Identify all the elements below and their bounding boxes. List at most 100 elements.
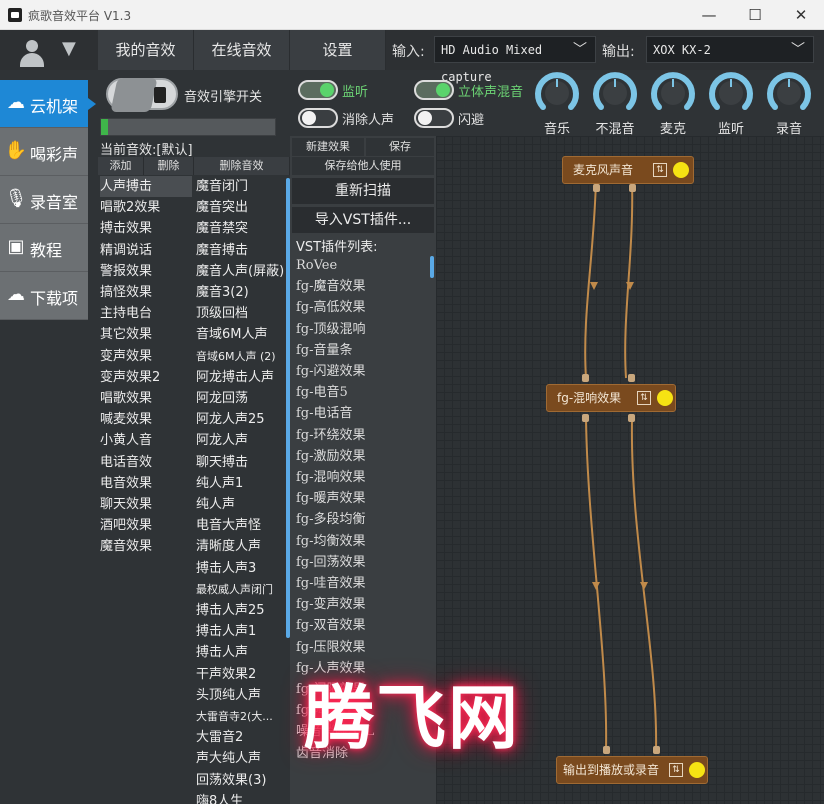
- list-item[interactable]: 魔音禁突: [196, 218, 248, 239]
- status-dot-icon[interactable]: [689, 762, 705, 778]
- list-item[interactable]: 魔音人声(屏蔽): [196, 261, 284, 282]
- list-item[interactable]: 电话音效: [100, 452, 152, 473]
- list-item[interactable]: 音域6M人声 (2): [196, 346, 276, 367]
- list-item[interactable]: 聊天搏击: [196, 452, 248, 473]
- volume-knob-1[interactable]: 不混音: [590, 70, 640, 137]
- list-item[interactable]: 电音效果: [100, 473, 152, 494]
- output-port-icon[interactable]: [628, 414, 635, 422]
- list-item[interactable]: 魔音突出: [196, 197, 248, 218]
- list-item[interactable]: 阿龙人声25: [196, 409, 265, 430]
- sidebar-item-1[interactable]: ✋ 喝彩声: [0, 128, 88, 176]
- output-port-icon[interactable]: [629, 184, 636, 192]
- list-item[interactable]: 主持电台: [100, 303, 152, 324]
- status-dot-icon[interactable]: [657, 390, 673, 406]
- vst-list-scrollbar[interactable]: [430, 256, 434, 278]
- list-item[interactable]: 顶级回档: [196, 303, 248, 324]
- list-item[interactable]: 魔音效果: [100, 536, 152, 557]
- list-item[interactable]: fg-高低效果: [296, 297, 366, 318]
- volume-knob-0[interactable]: 音乐: [532, 70, 582, 137]
- list-item[interactable]: 纯人声1: [196, 473, 243, 494]
- list-item[interactable]: 唱歌2效果: [100, 197, 160, 218]
- list-item[interactable]: 搏击效果: [100, 218, 152, 239]
- sidebar-item-0[interactable]: ☁ 云机架: [0, 80, 88, 128]
- list-item[interactable]: 声大纯人声: [196, 748, 261, 769]
- toggle-switch-3[interactable]: [414, 108, 454, 128]
- list-item[interactable]: fg-魔音效果: [296, 276, 366, 297]
- toggle-switch-1[interactable]: [414, 80, 454, 100]
- status-dot-icon[interactable]: [673, 162, 689, 178]
- list-item[interactable]: fg-闪避效果: [296, 361, 366, 382]
- tab-online-effects[interactable]: 在线音效: [194, 30, 290, 70]
- knob-dial-icon[interactable]: [708, 70, 754, 116]
- input-port-icon[interactable]: [653, 746, 660, 754]
- input-port-icon[interactable]: [603, 746, 610, 754]
- list-item[interactable]: 搏击人声1: [196, 621, 256, 642]
- engine-power-switch[interactable]: [106, 78, 178, 112]
- node-reverb-effect[interactable]: fg-混响效果 ⇅: [546, 384, 676, 412]
- toggle-switch-2[interactable]: [298, 108, 338, 128]
- list-item[interactable]: 聊天效果: [100, 494, 152, 515]
- list-item[interactable]: 回荡效果(3): [196, 770, 266, 791]
- close-button[interactable]: ✕: [778, 0, 824, 30]
- list-item[interactable]: 人声搏击: [100, 176, 192, 197]
- list-item[interactable]: RoVee: [296, 255, 337, 276]
- new-effect-button[interactable]: 新建效果: [292, 138, 364, 156]
- knob-dial-icon[interactable]: [650, 70, 696, 116]
- list-item[interactable]: fg-多段均衡: [296, 509, 366, 530]
- list-item[interactable]: 阿龙人声: [196, 430, 248, 451]
- list-item[interactable]: 大雷音2: [196, 727, 243, 748]
- list-item[interactable]: fg-回荡效果: [296, 552, 366, 573]
- list-item[interactable]: 阿龙回荡: [196, 388, 248, 409]
- delete-button[interactable]: 删除: [144, 157, 194, 175]
- output-port-icon[interactable]: [582, 414, 589, 422]
- list-item[interactable]: 音域6M人声: [196, 324, 268, 345]
- list-item[interactable]: fg-变声效果: [296, 594, 366, 615]
- tab-my-effects[interactable]: 我的音效: [98, 30, 194, 70]
- list-item[interactable]: 电音大声怪: [196, 515, 261, 536]
- list-item[interactable]: 魔音闭门: [196, 176, 248, 197]
- add-button[interactable]: 添加: [98, 157, 144, 175]
- list-item[interactable]: 精调说话: [100, 240, 152, 261]
- input-port-icon[interactable]: [628, 374, 635, 382]
- save-for-others-button[interactable]: 保存给他人使用: [292, 157, 434, 175]
- import-vst-button[interactable]: 导入VST插件...: [292, 207, 434, 233]
- user-menu[interactable]: ▼: [0, 30, 98, 70]
- list-item[interactable]: 清晰度人声: [196, 536, 261, 557]
- list-item[interactable]: 纯人声: [196, 494, 235, 515]
- list-item[interactable]: 变声效果: [100, 346, 152, 367]
- list-item[interactable]: fg-激励效果: [296, 446, 366, 467]
- node-output[interactable]: 输出到播放或录音 ⇅: [556, 756, 708, 784]
- list-item[interactable]: fg-压限效果: [296, 637, 366, 658]
- list-item[interactable]: 魔音3(2): [196, 282, 249, 303]
- sidebar-item-3[interactable]: ▣ 教程: [0, 224, 88, 272]
- list-item[interactable]: fg-电话音: [296, 403, 353, 424]
- output-device-select[interactable]: XOX KX-2 ﹀: [646, 36, 814, 63]
- list-item[interactable]: fg-环绕效果: [296, 425, 366, 446]
- list-item[interactable]: fg-音量条: [296, 340, 353, 361]
- list-item[interactable]: 喊麦效果: [100, 409, 152, 430]
- knob-dial-icon[interactable]: [592, 70, 638, 116]
- list-item[interactable]: 小黄人音: [100, 430, 152, 451]
- list-item[interactable]: 搏击人声3: [196, 558, 256, 579]
- list-item[interactable]: fg-哇音效果: [296, 573, 366, 594]
- list-item[interactable]: 头顶纯人声: [196, 685, 261, 706]
- delete-effect-button[interactable]: 删除音效: [194, 157, 290, 175]
- list-item[interactable]: fg-顶级混响: [296, 319, 366, 340]
- list-item[interactable]: 嗨8人生: [196, 791, 243, 804]
- sidebar-item-2[interactable]: 🎙 录音室: [0, 176, 88, 224]
- save-button[interactable]: 保存: [366, 138, 434, 156]
- list-item[interactable]: 魔音搏击: [196, 240, 248, 261]
- list-item[interactable]: 警报效果: [100, 261, 152, 282]
- list-item[interactable]: 变声效果2: [100, 367, 160, 388]
- volume-knob-2[interactable]: 麦克: [648, 70, 698, 137]
- list-item[interactable]: 搏击人声25: [196, 600, 265, 621]
- input-device-select[interactable]: HD Audio Mixed capture ﹀: [434, 36, 596, 84]
- volume-knob-3[interactable]: 监听: [706, 70, 756, 137]
- list-item[interactable]: fg-暖声效果: [296, 488, 366, 509]
- mix-toggle-icon[interactable]: ⇅: [669, 763, 683, 777]
- mix-toggle-icon[interactable]: ⇅: [653, 163, 667, 177]
- mix-toggle-icon[interactable]: ⇅: [637, 391, 651, 405]
- list-item[interactable]: fg-混响效果: [296, 467, 366, 488]
- list-item[interactable]: 最权威人声闭门: [196, 579, 273, 600]
- rescan-button[interactable]: 重新扫描: [292, 178, 434, 204]
